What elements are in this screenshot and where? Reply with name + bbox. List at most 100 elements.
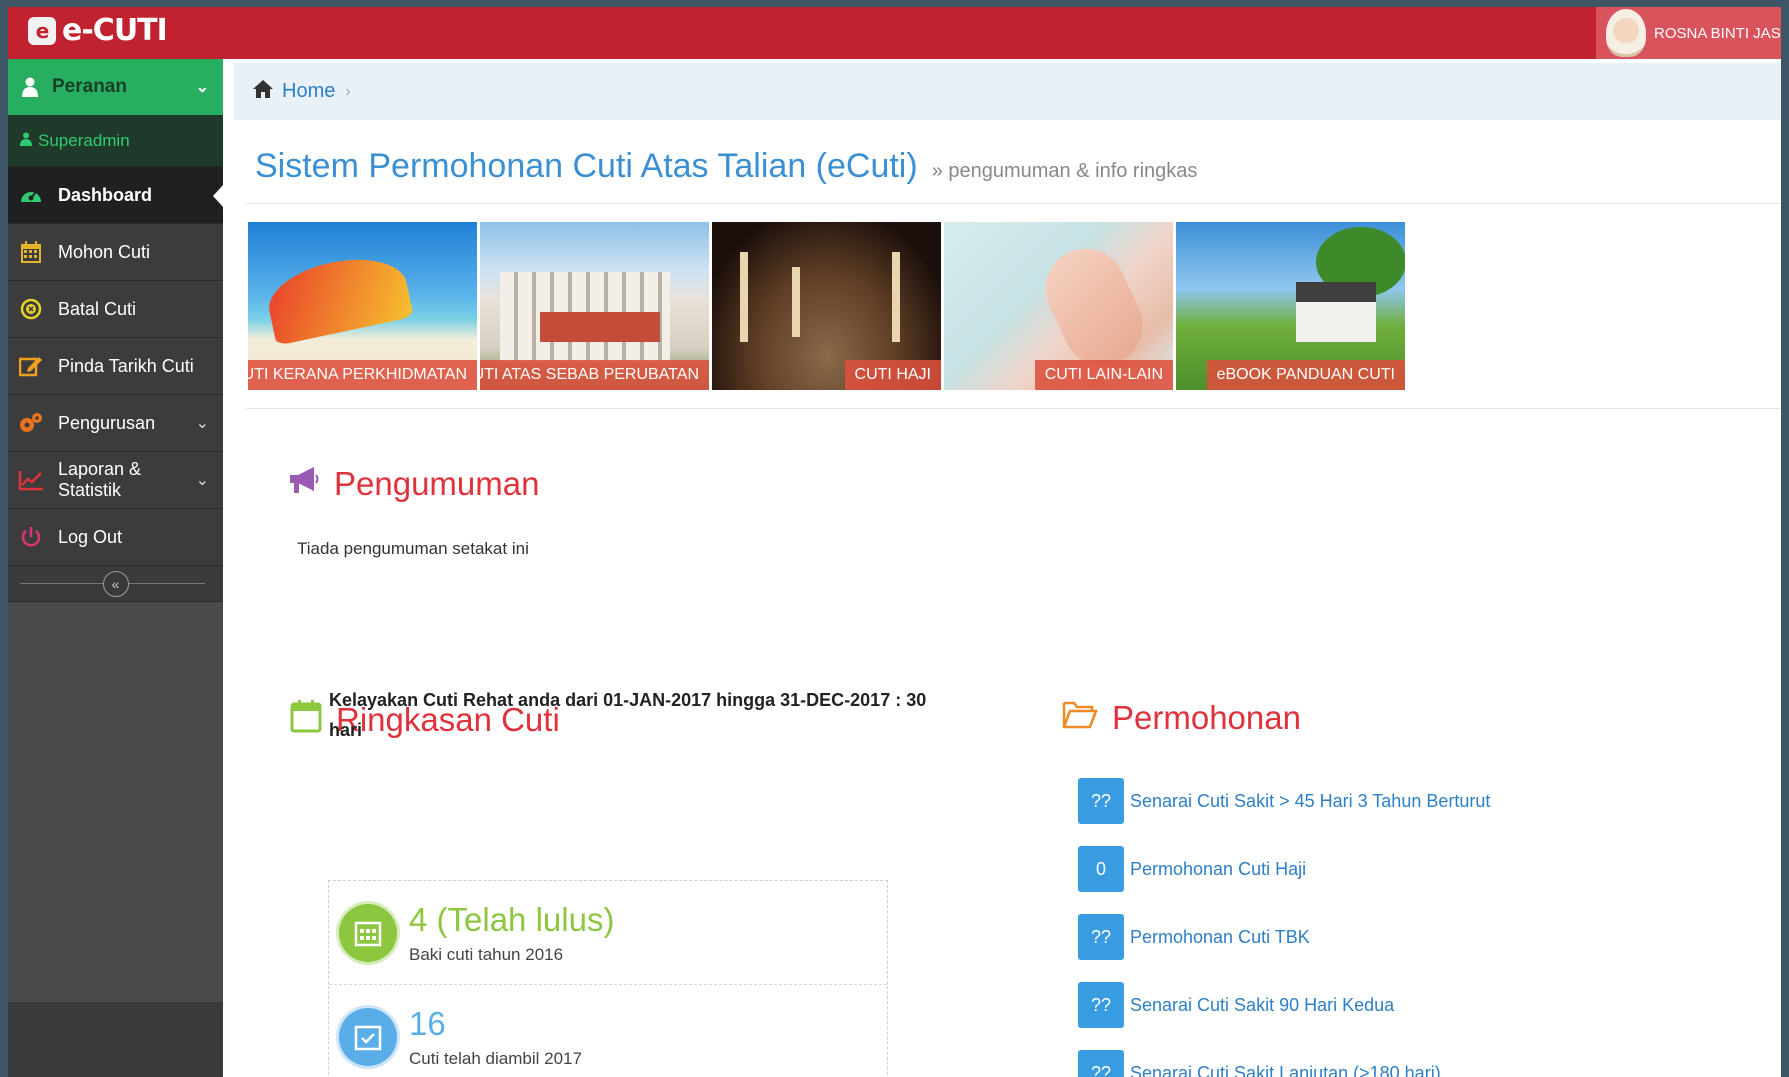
user-icon xyxy=(20,131,32,151)
role-label: Peranan xyxy=(52,76,127,97)
calendar-icon xyxy=(339,903,397,962)
tile-cuti-atas-sebab-perubatan[interactable]: CUTI ATAS SEBAB PERUBATAN xyxy=(480,222,709,390)
applications-heading: Permohonan xyxy=(1062,699,1301,737)
list-item[interactable]: ?? Senarai Cuti Sakit 90 Hari Kedua xyxy=(1078,971,1490,1039)
logo-text: e-CUTI xyxy=(62,13,168,48)
beach-umbrella-image xyxy=(262,248,414,346)
logo-icon: e xyxy=(28,16,56,45)
dashboard-icon xyxy=(18,182,44,208)
count-badge: ?? xyxy=(1078,982,1124,1028)
cancel-circle-icon xyxy=(18,296,44,322)
avatar xyxy=(1606,9,1646,57)
line-chart-icon xyxy=(18,467,44,493)
count-badge: 0 xyxy=(1078,846,1124,892)
tile-label: CUTI KERANA PERKHIDMATAN xyxy=(248,360,477,390)
chevron-down-icon: ⌄ xyxy=(195,79,209,96)
user-name: ROSNA BINTI JASIN xyxy=(1654,24,1781,42)
tile-ebook-panduan-cuti[interactable]: eBOOK PANDUAN CUTI xyxy=(1176,222,1405,390)
sidebar: Peranan ⌄ Superadmin Dashboard Mohon Cut… xyxy=(8,59,223,1077)
page-subtitle: » pengumuman & info ringkas xyxy=(931,160,1198,182)
sidebar-item-mohon-cuti[interactable]: Mohon Cuti xyxy=(8,224,223,281)
app-logo[interactable]: e e-CUTI xyxy=(28,13,168,48)
application-link[interactable]: Permohonan Cuti Haji xyxy=(1130,859,1306,880)
minaret-image xyxy=(892,252,900,342)
tile-cuti-kerana-perkhidmatan[interactable]: CUTI KERANA PERKHIDMATAN xyxy=(248,222,477,390)
list-item[interactable]: ?? Senarai Cuti Sakit > 45 Hari 3 Tahun … xyxy=(1078,767,1490,835)
count-badge: ?? xyxy=(1078,914,1124,960)
sidebar-item-laporan-statistik[interactable]: Laporan & Statistik ⌄ xyxy=(8,452,223,509)
top-navbar: e e-CUTI ROSNA BINTI JASIN xyxy=(8,7,1781,59)
list-item[interactable]: ?? Permohonan Cuti TBK xyxy=(1078,903,1490,971)
stat-description: Cuti telah diambil 2017 xyxy=(409,1048,582,1068)
tile-label: CUTI ATAS SEBAB PERUBATAN xyxy=(480,360,709,390)
sidebar-item-batal-cuti[interactable]: Batal Cuti xyxy=(8,281,223,338)
sidebar-filler xyxy=(8,602,223,1002)
chevron-down-icon: ⌄ xyxy=(195,415,209,432)
hospital-roof xyxy=(540,312,660,342)
user-icon xyxy=(22,77,38,97)
list-item[interactable]: 0 Permohonan Cuti Haji xyxy=(1078,835,1490,903)
calendar-check-icon xyxy=(339,1007,397,1066)
applications-title: Permohonan xyxy=(1112,699,1301,736)
sidebar-item-label: Pengurusan xyxy=(58,412,156,433)
edit-icon xyxy=(18,353,44,379)
list-item[interactable]: ?? Senarai Cuti Sakit Lanjutan (>180 har… xyxy=(1078,1039,1490,1077)
tile-cuti-lain-lain[interactable]: CUTI LAIN-LAIN xyxy=(944,222,1173,390)
sidebar-item-label: Batal Cuti xyxy=(58,298,137,319)
tile-cuti-haji[interactable]: CUTI HAJI xyxy=(712,222,941,390)
page-title: Sistem Permohonan Cuti Atas Talian (eCut… xyxy=(255,147,1197,186)
stat-value: 4 (Telah lulus) xyxy=(409,900,615,938)
calendar-icon xyxy=(290,699,322,741)
user-menu[interactable]: ROSNA BINTI JASIN xyxy=(1596,7,1781,59)
count-badge: ?? xyxy=(1078,1050,1124,1077)
power-icon xyxy=(18,524,44,550)
leave-type-tiles: CUTI KERANA PERKHIDMATAN CUTI ATAS SEBAB… xyxy=(248,222,1408,390)
role-value-label: Superadmin xyxy=(38,130,130,150)
chevron-down-icon: ⌄ xyxy=(195,472,209,489)
minaret-image xyxy=(792,267,800,337)
sidebar-item-label: Log Out xyxy=(58,526,123,547)
sidebar-item-pinda-tarikh-cuti[interactable]: Pinda Tarikh Cuti xyxy=(8,338,223,395)
applications-list: ?? Senarai Cuti Sakit > 45 Hari 3 Tahun … xyxy=(1078,767,1490,1077)
sidebar-item-dashboard[interactable]: Dashboard xyxy=(8,167,223,224)
stat-value: 16 xyxy=(409,1004,446,1042)
breadcrumb-home-link[interactable]: Home xyxy=(282,80,335,103)
role-value[interactable]: Superadmin xyxy=(8,115,223,167)
cogs-icon xyxy=(18,410,44,436)
announcement-title: Pengumuman xyxy=(334,465,540,502)
leave-stats: 4 (Telah lulus) Baki cuti tahun 2016 16 … xyxy=(328,880,888,1077)
stat-description: Baki cuti tahun 2016 xyxy=(409,944,564,964)
sidebar-item-label: Pinda Tarikh Cuti xyxy=(58,355,194,376)
application-link[interactable]: Senarai Cuti Sakit 90 Hari Kedua xyxy=(1130,995,1394,1016)
sidebar-item-log-out[interactable]: Log Out xyxy=(8,509,223,566)
stat-baki-cuti: 4 (Telah lulus) Baki cuti tahun 2016 xyxy=(329,881,887,985)
sidebar-collapse-row: « xyxy=(8,566,223,602)
eligibility-text: Kelayakan Cuti Rehat anda dari 01-JAN-20… xyxy=(329,690,927,740)
minaret-image xyxy=(740,252,748,342)
tile-label: CUTI LAIN-LAIN xyxy=(1034,360,1173,390)
house-image xyxy=(1296,282,1376,342)
calendar-icon xyxy=(18,239,44,265)
megaphone-icon xyxy=(288,465,320,503)
stat-cuti-diambil: 16 Cuti telah diambil 2017 xyxy=(329,985,887,1077)
folder-open-icon xyxy=(1062,699,1098,737)
sidebar-item-label: Mohon Cuti xyxy=(58,241,151,262)
application-link[interactable]: Senarai Cuti Sakit Lanjutan (>180 hari) xyxy=(1130,1063,1441,1077)
breadcrumb: Home › xyxy=(234,63,1781,120)
sidebar-item-label: Laporan & Statistik xyxy=(58,459,142,500)
application-link[interactable]: Senarai Cuti Sakit > 45 Hari 3 Tahun Ber… xyxy=(1130,791,1490,812)
divider xyxy=(246,408,1781,409)
tile-label: CUTI HAJI xyxy=(844,360,941,390)
sidebar-item-pengurusan[interactable]: Pengurusan ⌄ xyxy=(8,395,223,452)
double-chevron-left-icon: « xyxy=(111,575,120,592)
divider xyxy=(246,203,1781,204)
tile-label: eBOOK PANDUAN CUTI xyxy=(1206,360,1405,390)
app-frame: e e-CUTI ROSNA BINTI JASIN Peranan ⌄ Sup… xyxy=(8,7,1781,1077)
collapse-sidebar-button[interactable]: « xyxy=(102,570,129,597)
application-link[interactable]: Permohonan Cuti TBK xyxy=(1130,927,1310,948)
announcement-text: Tiada pengumuman setakat ini xyxy=(297,539,529,558)
baby-feet-image xyxy=(1032,235,1156,379)
chevron-right-icon: › xyxy=(345,82,351,100)
sidebar-item-label: Dashboard xyxy=(58,184,153,205)
role-selector[interactable]: Peranan ⌄ xyxy=(8,59,223,115)
